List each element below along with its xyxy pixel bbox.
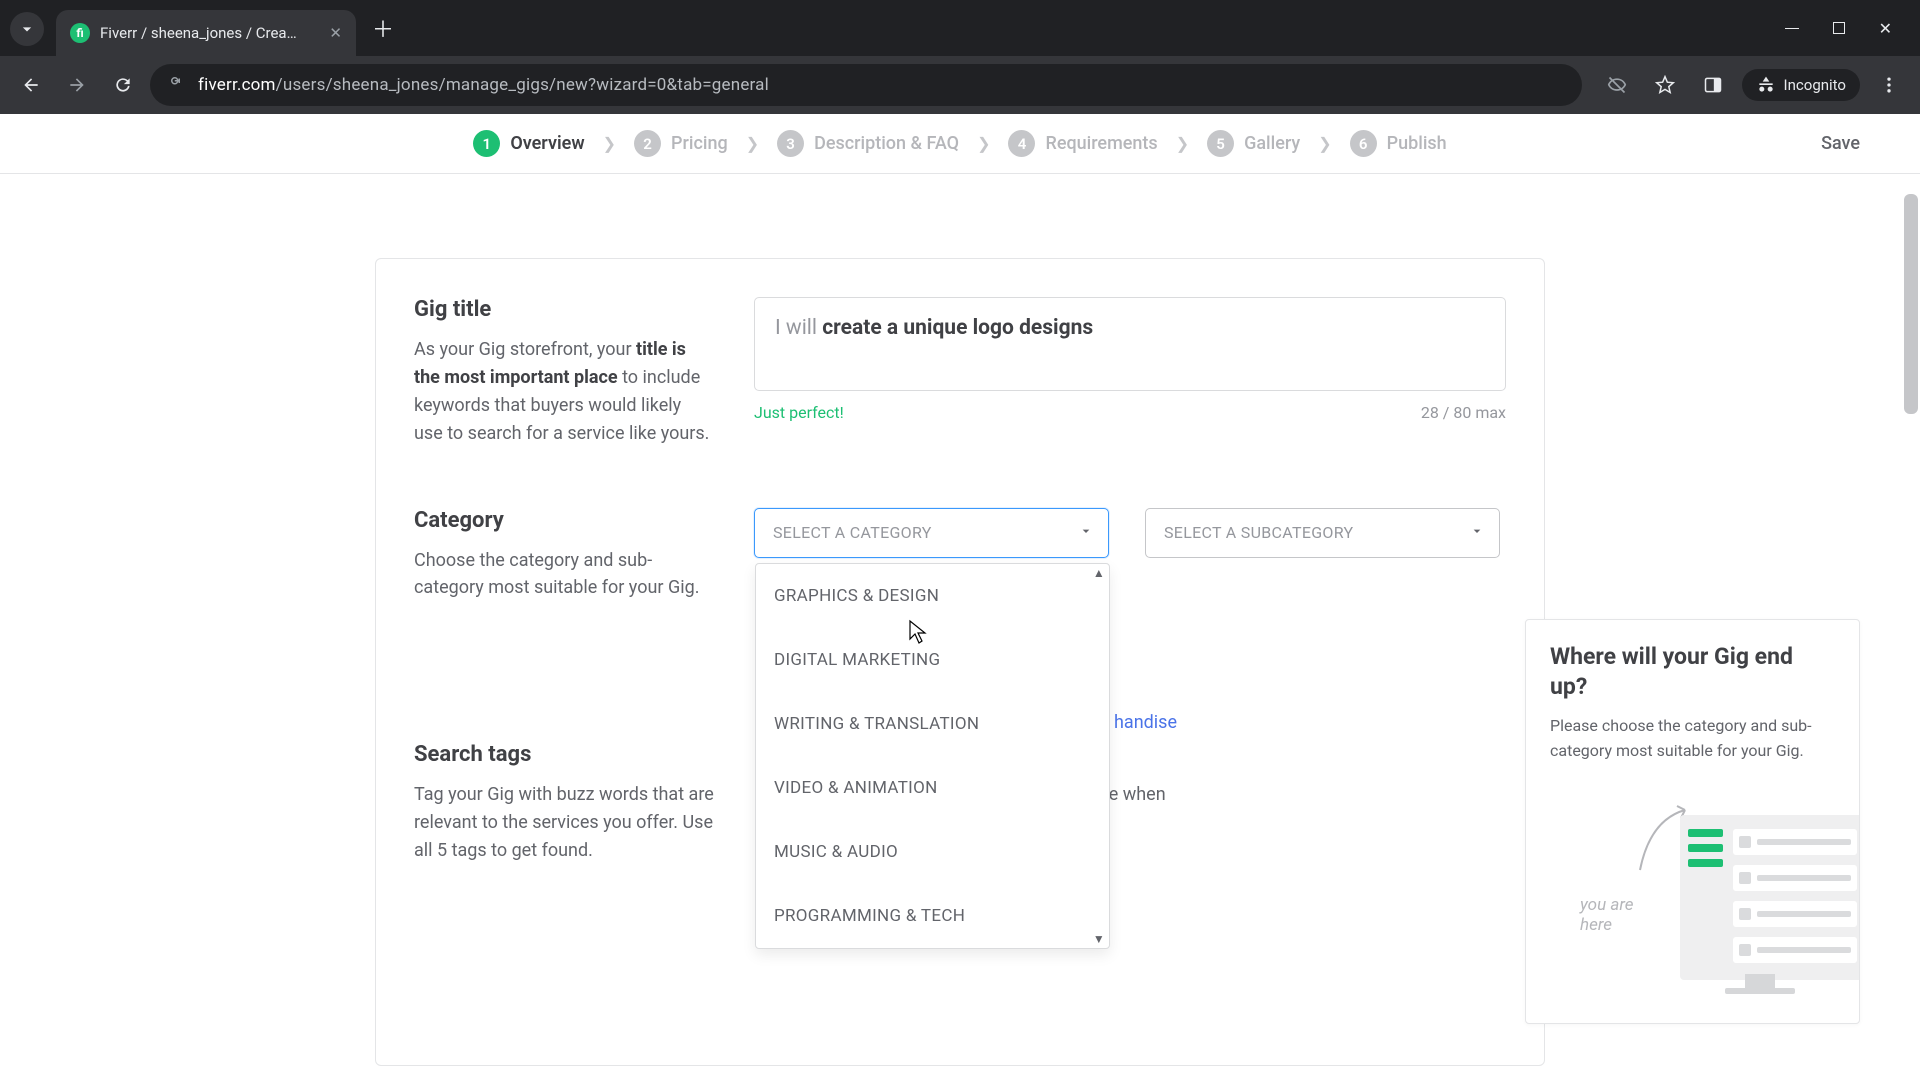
url-text: fiverr.com/users/sheena_jones/manage_gig… [198, 75, 769, 95]
chrome-menu-button[interactable] [1870, 66, 1908, 104]
gig-title-hint: Just perfect! [754, 403, 844, 422]
category-select[interactable]: SELECT A CATEGORY ▲ GRAPHICS & DESIGN DI… [754, 508, 1109, 558]
browser-tab-strip: fi Fiverr / sheena_jones / Create a ✕ ＋ … [0, 0, 1920, 56]
step-overview[interactable]: 1 Overview [473, 130, 584, 157]
chevron-down-icon [17, 19, 37, 39]
category-label: Category [414, 508, 714, 533]
category-description: Choose the category and sub-category mos… [414, 547, 714, 603]
browser-tab[interactable]: fi Fiverr / sheena_jones / Create a ✕ [56, 10, 356, 56]
category-option[interactable]: WRITING & TRANSLATION [756, 692, 1109, 756]
tab-title: Fiverr / sheena_jones / Create a [100, 24, 300, 42]
chevron-right-icon: ❯ [969, 134, 998, 153]
incognito-indicator[interactable]: Incognito [1742, 69, 1860, 101]
category-option[interactable]: PROGRAMMING & TECH [756, 884, 1109, 948]
step-description[interactable]: 3 Description & FAQ [777, 130, 959, 157]
gig-form-card: Gig title As your Gig storefront, your t… [375, 258, 1545, 1066]
site-info-icon[interactable] [168, 74, 186, 96]
help-panel: Where will your Gig end up? Please choos… [1525, 619, 1860, 1024]
search-tags-label: Search tags [414, 742, 714, 767]
wizard-stepper: 1 Overview ❯ 2 Pricing ❯ 3 Description &… [0, 114, 1920, 174]
close-window-button[interactable]: ✕ [1879, 19, 1892, 38]
reload-button[interactable] [104, 66, 142, 104]
favicon-icon: fi [70, 23, 90, 43]
tracking-icon[interactable] [1598, 66, 1636, 104]
side-panel-button[interactable] [1694, 66, 1732, 104]
step-requirements[interactable]: 4 Requirements [1008, 130, 1157, 157]
category-option[interactable]: DIGITAL MARKETING [756, 628, 1109, 692]
category-option[interactable]: VIDEO & ANIMATION [756, 756, 1109, 820]
tab-close-button[interactable]: ✕ [329, 24, 342, 42]
maximize-button[interactable] [1833, 22, 1845, 34]
gig-title-counter: 28 / 80 max [1421, 403, 1506, 422]
obscured-link: handise [1114, 712, 1177, 733]
chevron-down-icon [1078, 523, 1094, 543]
chevron-right-icon: ❯ [1168, 134, 1197, 153]
browser-toolbar: fiverr.com/users/sheena_jones/manage_gig… [0, 56, 1920, 114]
bookmark-button[interactable] [1646, 66, 1684, 104]
help-panel-text: Please choose the category and sub-categ… [1550, 714, 1835, 764]
help-panel-title: Where will your Gig end up? [1550, 642, 1835, 702]
subcategory-select[interactable]: SELECT A SUBCATEGORY [1145, 508, 1500, 558]
chevron-right-icon: ❯ [595, 134, 624, 153]
scroll-up-icon[interactable]: ▲ [1093, 566, 1105, 580]
category-dropdown-list[interactable]: GRAPHICS & DESIGN DIGITAL MARKETING WRIT… [756, 564, 1109, 948]
tab-search-button[interactable] [10, 12, 44, 46]
chevron-right-icon: ❯ [738, 134, 767, 153]
incognito-icon [1756, 75, 1776, 95]
category-dropdown: ▲ GRAPHICS & DESIGN DIGITAL MARKETING WR… [755, 563, 1110, 949]
page-viewport: 1 Overview ❯ 2 Pricing ❯ 3 Description &… [0, 114, 1920, 1080]
category-section: Category Choose the category and sub-cat… [414, 508, 1506, 603]
address-bar[interactable]: fiverr.com/users/sheena_jones/manage_gig… [150, 64, 1582, 106]
search-tags-description: Tag your Gig with buzz words that are re… [414, 781, 714, 865]
gig-title-label: Gig title [414, 297, 714, 322]
help-panel-illustration: you arehere [1550, 775, 1835, 970]
category-option[interactable]: GRAPHICS & DESIGN [756, 564, 1109, 628]
minimize-button[interactable] [1785, 28, 1799, 29]
chevron-right-icon: ❯ [1310, 134, 1339, 153]
new-tab-button[interactable]: ＋ [372, 12, 394, 44]
step-publish[interactable]: 6 Publish [1350, 130, 1447, 157]
chevron-down-icon [1469, 523, 1485, 543]
gig-title-description: As your Gig storefront, your title is th… [414, 336, 714, 448]
gig-title-section: Gig title As your Gig storefront, your t… [414, 297, 1506, 448]
step-gallery[interactable]: 5 Gallery [1207, 130, 1300, 157]
window-controls: ✕ [1785, 0, 1920, 56]
save-button[interactable]: Save [1821, 133, 1860, 154]
back-button[interactable] [12, 66, 50, 104]
forward-button[interactable] [58, 66, 96, 104]
gig-title-input[interactable]: I will create a unique logo designs [754, 297, 1506, 391]
scroll-down-icon[interactable]: ▼ [1093, 932, 1105, 946]
step-pricing[interactable]: 2 Pricing [634, 130, 728, 157]
category-option[interactable]: MUSIC & AUDIO [756, 820, 1109, 884]
